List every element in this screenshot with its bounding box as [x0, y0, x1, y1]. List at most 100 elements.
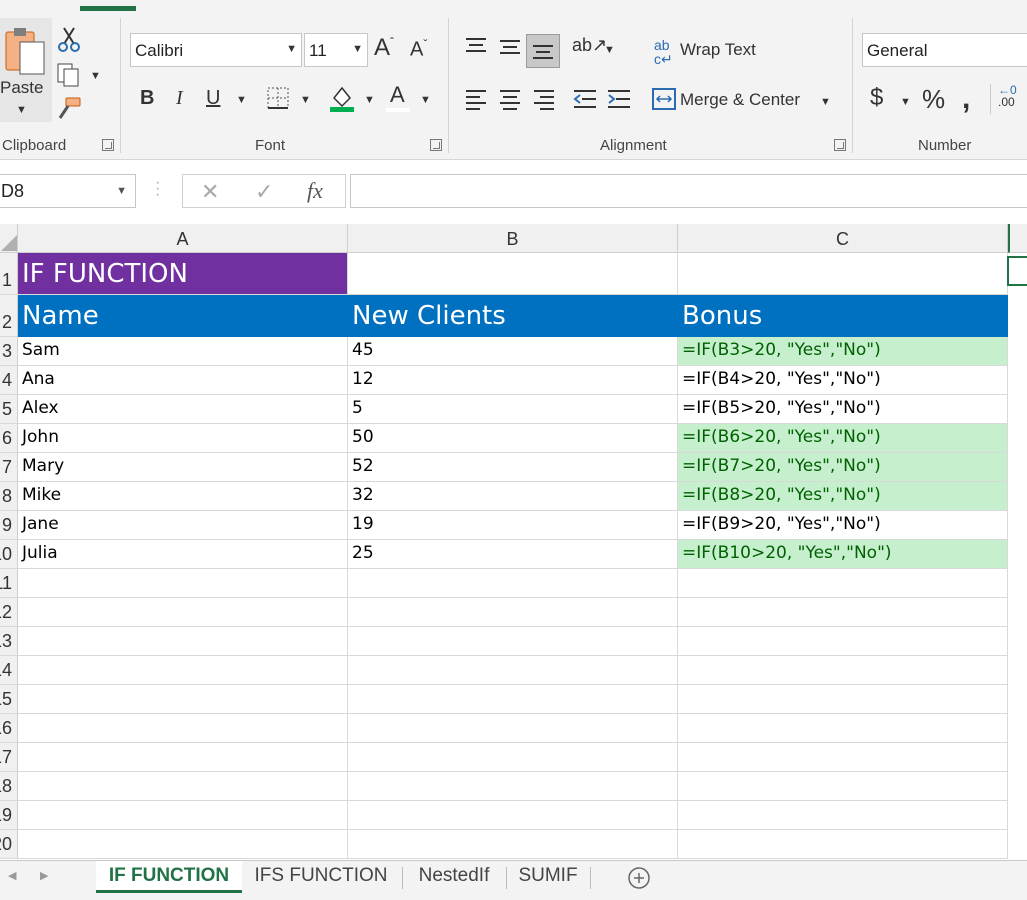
- paste-dropdown-icon[interactable]: ▼: [16, 104, 27, 116]
- cell-b15[interactable]: [348, 685, 678, 714]
- cell-a14[interactable]: [18, 656, 348, 685]
- cell-c10[interactable]: =IF(B10>20, "Yes","No"): [678, 540, 1008, 569]
- borders-dropdown-icon[interactable]: ▼: [300, 94, 311, 106]
- cell-c11[interactable]: [678, 569, 1008, 598]
- cell-b7[interactable]: 52: [348, 453, 678, 482]
- sheet-tab-ifs-function[interactable]: IFS FUNCTION: [246, 861, 396, 893]
- scroll-tabs-right-icon[interactable]: ▶: [40, 869, 48, 882]
- cell-c12[interactable]: [678, 598, 1008, 627]
- row-header[interactable]: 13: [0, 627, 18, 656]
- right-align-icon[interactable]: [532, 88, 556, 110]
- bottom-align-button[interactable]: [526, 34, 560, 68]
- sheet-tab-if-function[interactable]: IF FUNCTION: [96, 861, 242, 893]
- cell-c1[interactable]: [678, 253, 1008, 295]
- cell-c6[interactable]: =IF(B6>20, "Yes","No"): [678, 424, 1008, 453]
- cell-b2[interactable]: New Clients: [348, 295, 678, 337]
- font-name-combo[interactable]: Calibri ▼: [130, 33, 302, 67]
- name-box[interactable]: D8 ▼: [0, 174, 136, 208]
- cell-b1[interactable]: [348, 253, 678, 295]
- copy-dropdown-icon[interactable]: ▼: [90, 70, 101, 82]
- cell-b13[interactable]: [348, 627, 678, 656]
- clipboard-dialog-launcher-icon[interactable]: [102, 139, 114, 151]
- worksheet-grid[interactable]: A B C 1 IF FUNCTION 2 Name New Clients Bonus 3…: [0, 224, 1027, 860]
- cell-a19[interactable]: [18, 801, 348, 830]
- cell-b10[interactable]: 25: [348, 540, 678, 569]
- row-header[interactable]: 18: [0, 772, 18, 801]
- cell-a1[interactable]: IF FUNCTION: [18, 253, 348, 295]
- row-header[interactable]: 8: [0, 482, 18, 511]
- cell-a20[interactable]: [18, 830, 348, 859]
- row-header[interactable]: 10: [0, 540, 18, 569]
- row-header[interactable]: 15: [0, 685, 18, 714]
- font-color-dropdown-icon[interactable]: ▼: [420, 94, 431, 106]
- cell-c4[interactable]: =IF(B4>20, "Yes","No"): [678, 366, 1008, 395]
- cell-a13[interactable]: [18, 627, 348, 656]
- insert-function-icon[interactable]: fx: [307, 178, 323, 204]
- cell-a4[interactable]: Ana: [18, 366, 348, 395]
- increase-font-size-icon[interactable]: Aˆ: [374, 36, 394, 60]
- cell-c5[interactable]: =IF(B5>20, "Yes","No"): [678, 395, 1008, 424]
- borders-icon[interactable]: [266, 86, 290, 110]
- cell-c19[interactable]: [678, 801, 1008, 830]
- cell-b9[interactable]: 19: [348, 511, 678, 540]
- cell-a12[interactable]: [18, 598, 348, 627]
- italic-icon[interactable]: I: [176, 88, 183, 108]
- scroll-tabs-left-icon[interactable]: ◀: [8, 869, 16, 882]
- cell-a3[interactable]: Sam: [18, 337, 348, 366]
- merge-center-dropdown-icon[interactable]: ▼: [820, 96, 831, 108]
- format-painter-icon[interactable]: [56, 96, 82, 122]
- cell-b17[interactable]: [348, 743, 678, 772]
- top-align-icon[interactable]: [464, 36, 488, 56]
- cell-a8[interactable]: Mike: [18, 482, 348, 511]
- row-header[interactable]: 16: [0, 714, 18, 743]
- cell-b20[interactable]: [348, 830, 678, 859]
- column-header-b[interactable]: B: [348, 224, 678, 253]
- merge-center-button[interactable]: Merge & Center ▼: [650, 84, 840, 114]
- alignment-dialog-launcher-icon[interactable]: [834, 139, 846, 151]
- cell-c18[interactable]: [678, 772, 1008, 801]
- font-dialog-launcher-icon[interactable]: [430, 139, 442, 151]
- row-header[interactable]: 17: [0, 743, 18, 772]
- select-all-button[interactable]: [0, 224, 18, 253]
- comma-style-icon[interactable]: ,: [962, 84, 970, 114]
- font-size-combo[interactable]: 11 ▼: [304, 33, 368, 67]
- cell-b5[interactable]: 5: [348, 395, 678, 424]
- cell-a9[interactable]: Jane: [18, 511, 348, 540]
- cell-b4[interactable]: 12: [348, 366, 678, 395]
- cell-b19[interactable]: [348, 801, 678, 830]
- confirm-entry-icon[interactable]: ✓: [255, 179, 273, 205]
- cell-a6[interactable]: John: [18, 424, 348, 453]
- fill-color-icon[interactable]: [328, 84, 356, 112]
- column-header-a[interactable]: A: [18, 224, 348, 253]
- row-header[interactable]: 7: [0, 453, 18, 482]
- decrease-font-size-icon[interactable]: Aˇ: [410, 38, 427, 60]
- cell-a11[interactable]: [18, 569, 348, 598]
- cell-c3[interactable]: =IF(B3>20, "Yes","No"): [678, 337, 1008, 366]
- underline-icon[interactable]: U: [206, 88, 220, 108]
- cell-c13[interactable]: [678, 627, 1008, 656]
- row-header[interactable]: 1: [0, 253, 18, 295]
- cell-b12[interactable]: [348, 598, 678, 627]
- cell-c9[interactable]: =IF(B9>20, "Yes","No"): [678, 511, 1008, 540]
- increase-indent-icon[interactable]: [606, 88, 632, 110]
- cell-b14[interactable]: [348, 656, 678, 685]
- orientation-icon[interactable]: ab↗: [572, 36, 607, 54]
- number-format-combo[interactable]: General: [862, 33, 1027, 67]
- cell-a15[interactable]: [18, 685, 348, 714]
- cell-a18[interactable]: [18, 772, 348, 801]
- column-header-d[interactable]: [1008, 224, 1027, 253]
- new-sheet-icon[interactable]: [626, 865, 652, 891]
- cell-a16[interactable]: [18, 714, 348, 743]
- left-align-icon[interactable]: [464, 88, 488, 110]
- sheet-tab-nestedif[interactable]: NestedIf: [406, 861, 502, 893]
- cell-b18[interactable]: [348, 772, 678, 801]
- percent-style-icon[interactable]: %: [922, 86, 945, 112]
- cell-b11[interactable]: [348, 569, 678, 598]
- decrease-indent-icon[interactable]: [572, 88, 598, 110]
- increase-decimal-icon[interactable]: ←0.00: [998, 84, 1017, 108]
- cell-b16[interactable]: [348, 714, 678, 743]
- accounting-format-icon[interactable]: $: [870, 86, 883, 110]
- row-header[interactable]: 19: [0, 801, 18, 830]
- sheet-tab-sumif[interactable]: SUMIF: [510, 861, 586, 893]
- cell-c8[interactable]: =IF(B8>20, "Yes","No"): [678, 482, 1008, 511]
